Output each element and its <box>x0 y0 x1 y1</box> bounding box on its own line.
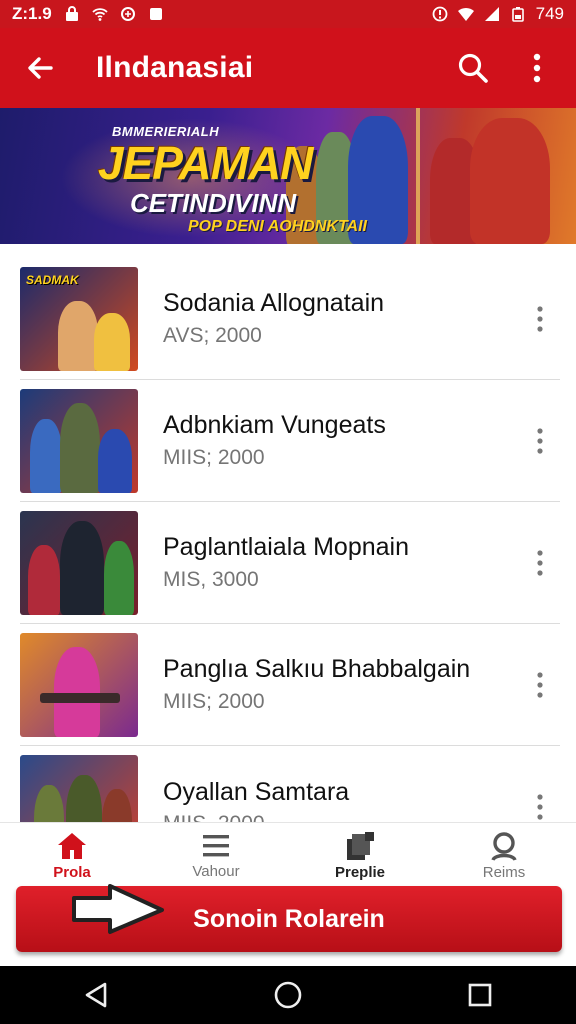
more-vert-icon <box>533 53 541 83</box>
square-recents-icon <box>468 983 492 1007</box>
nav-label: Preplie <box>334 863 386 881</box>
status-time: Z:1.9 <box>12 4 52 23</box>
nav-item-profile[interactable]: Reims <box>432 823 576 888</box>
battery-icon <box>511 7 524 22</box>
item-subtitle: MIS, 3000 <box>163 567 259 591</box>
nav-label: Vahour <box>192 862 240 880</box>
system-navigation-bar <box>0 966 576 1024</box>
system-recents-button[interactable] <box>460 975 500 1015</box>
system-home-button[interactable] <box>268 975 308 1015</box>
item-title: Paglantlaiala Mopnain <box>163 533 410 562</box>
item-subtitle: AVS; 2000 <box>163 323 262 347</box>
item-subtitle: MIIS; 2000 <box>163 689 265 713</box>
status-bar: Z:1.9 749 <box>0 0 576 28</box>
banner-divider <box>416 108 420 244</box>
wifi-icon <box>92 8 108 21</box>
circle-home-icon <box>274 981 302 1009</box>
more-vert-icon <box>537 305 543 332</box>
item-list: SADMAK Sodania Allognatain AVS; 2000 Adb… <box>20 258 560 868</box>
banner-title: JEPAMAN <box>98 137 314 189</box>
item-more-button[interactable] <box>520 411 560 471</box>
app-bar: Ilndanasiai <box>0 28 576 108</box>
more-vert-icon <box>537 794 543 820</box>
list-item[interactable]: Adbnkiam Vungeats MIIS; 2000 <box>20 380 560 502</box>
library-icon <box>347 831 374 860</box>
battery-level: 749 <box>535 4 564 23</box>
item-thumbnail <box>20 510 138 615</box>
signal-icon <box>484 7 499 21</box>
item-more-button[interactable] <box>520 533 560 593</box>
triangle-back-icon <box>85 982 107 1008</box>
item-title: Oyallan Samtara <box>163 777 350 806</box>
item-title: Panglıa Salkıu Bhabbalgain <box>163 655 471 684</box>
system-back-button[interactable] <box>76 975 116 1015</box>
search-icon <box>458 53 488 83</box>
overflow-menu-button[interactable] <box>520 51 554 85</box>
nav-label: Reims <box>482 863 526 881</box>
list-item[interactable]: SADMAK Sodania Allognatain AVS; 2000 <box>20 258 560 380</box>
back-button[interactable] <box>22 50 58 86</box>
profile-icon <box>491 831 517 861</box>
item-subtitle: MIIS; 2000 <box>163 445 265 469</box>
list-item[interactable]: Panglıa Salkıu Bhabbalgain MIIS; 2000 <box>20 624 560 746</box>
banner-figure-5 <box>470 118 550 244</box>
item-title: Adbnkiam Vungeats <box>163 411 386 440</box>
pointer-arrow-icon <box>72 884 164 934</box>
promo-banner[interactable]: BMMERIERIALH JEPAMAN CETINDIVINN POP DEN… <box>0 108 576 244</box>
item-thumbnail <box>20 632 138 737</box>
item-thumbnail-title: SADMAK <box>26 272 79 287</box>
banner-tagline: POP DENI AOHDNKTAII <box>188 218 367 235</box>
item-thumbnail: SADMAK <box>20 266 138 371</box>
page-title: Ilndanasiai <box>96 51 254 84</box>
more-vert-icon <box>537 549 543 576</box>
item-title: Sodania Allognatain <box>163 289 385 318</box>
item-more-button[interactable] <box>520 655 560 715</box>
notification-icon <box>149 8 162 20</box>
item-thumbnail <box>20 388 138 493</box>
list-item[interactable]: Paglantlaiala Mopnain MIS, 3000 <box>20 502 560 624</box>
sync-icon <box>120 7 135 21</box>
item-more-button[interactable] <box>520 289 560 349</box>
lock-icon <box>65 6 78 21</box>
more-vert-icon <box>537 671 543 698</box>
banner-subtitle: CETINDIVINN <box>130 188 297 218</box>
alert-icon <box>432 6 448 22</box>
signal-wifi-icon <box>457 7 474 21</box>
nav-item-library[interactable]: Preplie <box>288 823 432 888</box>
menu-icon <box>203 834 229 856</box>
screen: Z:1.9 749 Ilndanasiai BMMERIERIALH JEPAM… <box>0 0 576 1024</box>
home-icon <box>58 832 86 859</box>
search-button[interactable] <box>456 51 490 85</box>
arrow-left-icon <box>28 57 53 79</box>
more-vert-icon <box>537 427 543 454</box>
